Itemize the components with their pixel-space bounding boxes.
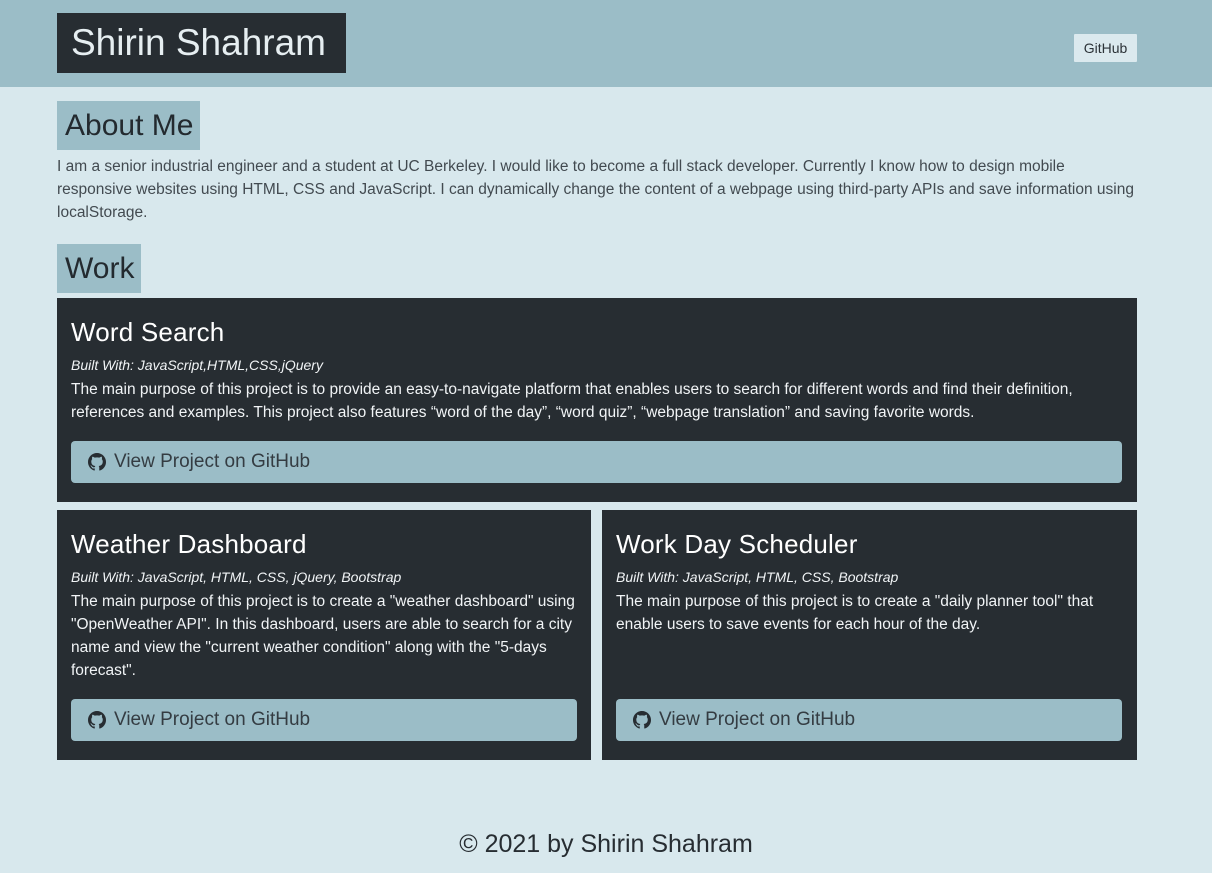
project-card-weather-dashboard: Weather Dashboard Built With: JavaScript… [57, 510, 591, 760]
github-icon [633, 711, 651, 729]
view-project-label: View Project on GitHub [114, 451, 311, 472]
view-project-label: View Project on GitHub [114, 709, 311, 730]
github-nav-link[interactable]: GitHub [1074, 34, 1137, 62]
site-brand: Shirin Shahram [57, 13, 346, 73]
work-heading: Work [57, 244, 142, 293]
github-icon [88, 711, 106, 729]
project-built-with: Built With: JavaScript, HTML, CSS, Boots… [616, 569, 899, 585]
project-card-word-search: Word Search Built With: JavaScript,HTML,… [57, 298, 1137, 502]
about-heading: About Me [57, 101, 201, 150]
site-header: Shirin Shahram GitHub [0, 0, 1212, 87]
project-description: The main purpose of this project is to p… [71, 381, 1073, 421]
view-project-button[interactable]: View Project on GitHub [71, 699, 577, 741]
view-project-button[interactable]: View Project on GitHub [616, 699, 1122, 741]
project-built-with: Built With: JavaScript, HTML, CSS, jQuer… [71, 569, 402, 585]
view-project-button[interactable]: View Project on GitHub [71, 441, 1122, 483]
github-icon [88, 453, 106, 471]
about-text: I am a senior industrial engineer and a … [57, 158, 1134, 221]
project-title: Weather Dashboard [71, 529, 307, 559]
project-description: The main purpose of this project is to c… [71, 593, 575, 679]
project-card-work-day-scheduler: Work Day Scheduler Built With: JavaScrip… [602, 510, 1137, 760]
project-title: Word Search [71, 317, 225, 347]
view-project-label: View Project on GitHub [659, 709, 856, 730]
project-built-with: Built With: JavaScript,HTML,CSS,jQuery [71, 357, 323, 373]
project-title: Work Day Scheduler [616, 529, 858, 559]
footer-copyright: © 2021 by Shirin Shahram [459, 830, 753, 858]
project-description: The main purpose of this project is to c… [616, 593, 1094, 633]
